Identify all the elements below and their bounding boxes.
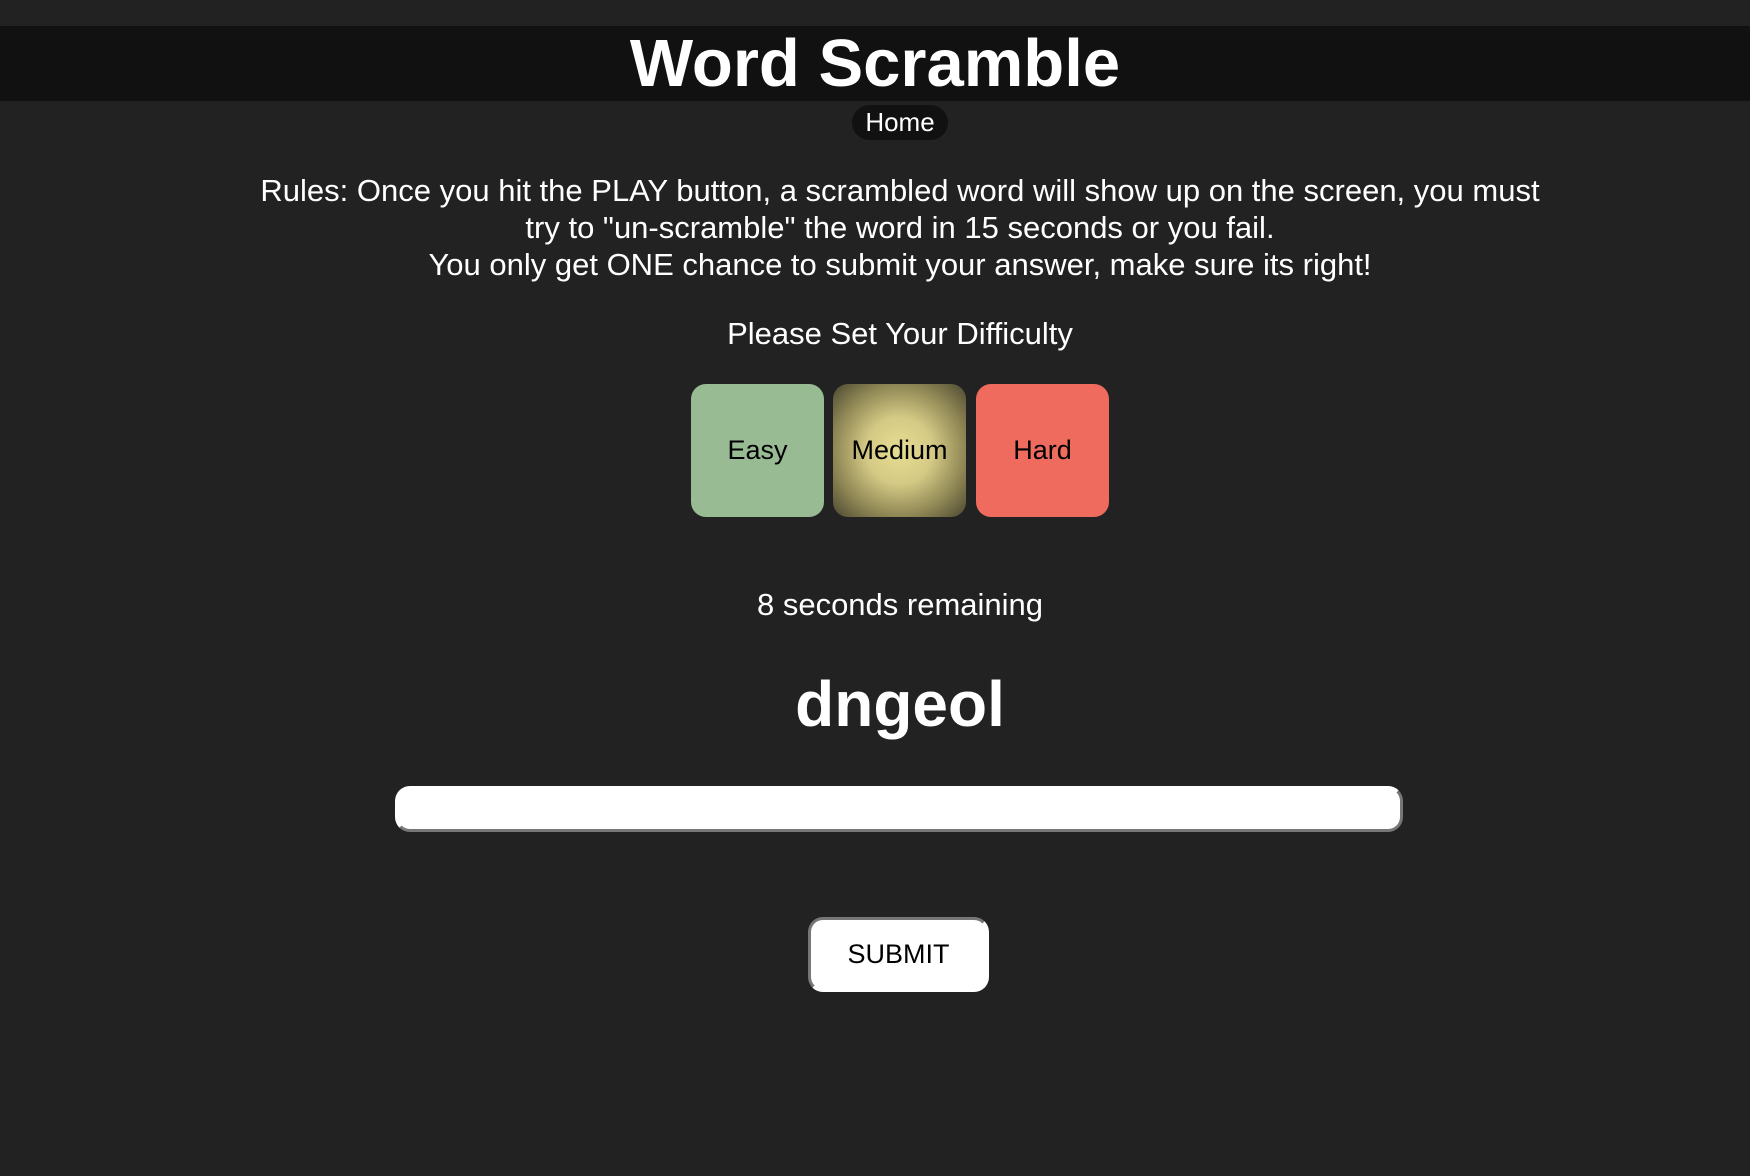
rules-line-2: You only get ONE chance to submit your a… (428, 247, 1372, 282)
timer-text: 8 seconds remaining (756, 587, 1044, 622)
hard-button[interactable]: Hard (976, 384, 1109, 517)
medium-button[interactable]: Medium (833, 384, 966, 517)
page-title: Word Scramble (629, 26, 1121, 101)
scrambled-word: dngeol (795, 668, 1005, 740)
rules-line-1: Rules: Once you hit the PLAY button, a s… (260, 173, 1540, 245)
answer-input[interactable] (395, 786, 1403, 832)
header-bar: Word Scramble (0, 26, 1750, 101)
rules-text: Rules: Once you hit the PLAY button, a s… (250, 172, 1550, 283)
easy-button[interactable]: Easy (691, 384, 824, 517)
submit-button[interactable]: SUBMIT (808, 917, 989, 992)
home-link[interactable]: Home (852, 105, 948, 140)
difficulty-label: Please Set Your Difficulty (727, 316, 1073, 351)
